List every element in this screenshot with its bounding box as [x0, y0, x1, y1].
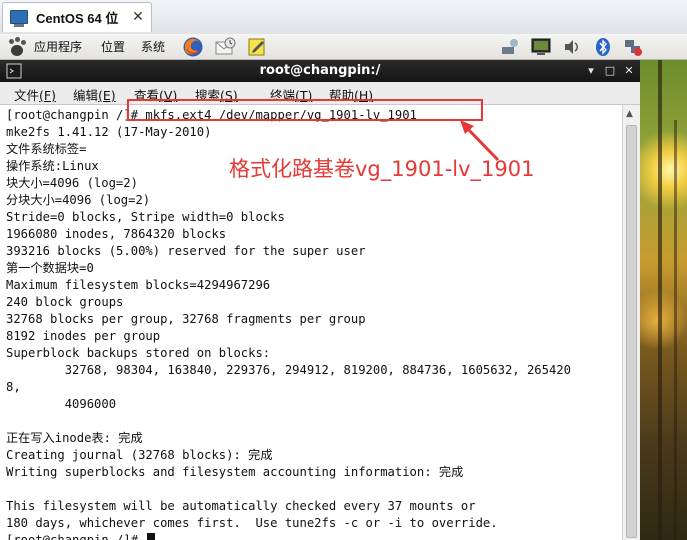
terminal-line: 第一个数据块=0 — [6, 260, 94, 277]
terminal-line: Creating journal (32768 blocks): 完成 — [6, 447, 273, 464]
terminal-line: This filesystem will be automatically ch… — [6, 498, 476, 515]
bluetooth-icon[interactable] — [593, 37, 613, 57]
terminal-line: Superblock backups stored on blocks: — [6, 345, 270, 362]
terminal-line-text: Creating journal (32768 blocks): 完成 — [6, 448, 273, 462]
terminal-titlebar[interactable]: root@changpin:/ ▾ □ ✕ — [0, 60, 640, 82]
terminal-line-text: 8, — [6, 380, 21, 394]
monitor-icon[interactable] — [531, 37, 551, 57]
terminal-line-text: 块大小=4096 (log=2) — [6, 176, 138, 190]
terminal-line-text: Superblock backups stored on blocks: — [6, 346, 271, 360]
terminal-line-text: [root@changpin /]# — [6, 533, 146, 540]
firefox-icon[interactable] — [182, 36, 204, 58]
terminal-line: 操作系统:Linux — [6, 158, 99, 175]
terminal-line: Maximum filesystem blocks=4294967296 — [6, 277, 270, 294]
terminal-line-text: This filesystem will be automatically ch… — [6, 499, 476, 513]
minimize-button[interactable]: ▾ — [584, 64, 598, 78]
close-icon[interactable]: ✕ — [130, 9, 146, 25]
terminal-line: 块大小=4096 (log=2) — [6, 175, 138, 192]
menu-edit[interactable]: 编辑(E) — [73, 85, 116, 104]
vm-tab-bar: CentOS 64 位 ✕ — [0, 0, 687, 35]
terminal-line-text: 第一个数据块=0 — [6, 261, 94, 275]
network-status-icon[interactable] — [623, 37, 643, 57]
vm-monitor-icon — [10, 9, 28, 27]
terminal-line-text: 32768, 98304, 163840, 229376, 294912, 81… — [6, 363, 571, 377]
terminal-line: 393216 blocks (5.00%) reserved for the s… — [6, 243, 366, 260]
terminal-line: 4096000 — [6, 396, 116, 413]
notes-icon[interactable] — [246, 36, 268, 58]
terminal-line: 180 days, whichever comes first. Use tun… — [6, 515, 498, 532]
terminal-line-text: Maximum filesystem blocks=4294967296 — [6, 278, 271, 292]
vm-tab-centos[interactable]: CentOS 64 位 ✕ — [2, 2, 152, 32]
terminal-line: Writing superblocks and filesystem accou… — [6, 464, 463, 481]
terminal-line: 240 block groups — [6, 294, 123, 311]
annotation-label: 格式化路基卷vg_1901-lv_1901 — [229, 157, 535, 181]
terminal-line: 分块大小=4096 (log=2) — [6, 192, 150, 209]
menu-places[interactable]: 位置 — [101, 38, 125, 56]
terminal-line: Stride=0 blocks, Stripe width=0 blocks — [6, 209, 285, 226]
terminal-title: root@changpin:/ — [259, 63, 381, 78]
network-icon[interactable] — [500, 37, 520, 57]
terminal-line-text: 1966080 inodes, 7864320 blocks — [6, 227, 227, 241]
terminal-line: 32768, 98304, 163840, 229376, 294912, 81… — [6, 362, 571, 379]
terminal-line-text: 操作系统:Linux — [6, 159, 99, 173]
maximize-button[interactable]: □ — [603, 64, 617, 78]
menu-applications[interactable]: 应用程序 — [34, 38, 82, 56]
terminal-prompt-line: [root@changpin /]# — [6, 532, 156, 540]
terminal-line-text: 180 days, whichever comes first. Use tun… — [6, 516, 498, 530]
command-highlight-box — [127, 99, 483, 121]
scrollbar-thumb[interactable] — [626, 125, 637, 538]
terminal-line: 文件系统标签= — [6, 141, 86, 158]
menu-system[interactable]: 系统 — [141, 38, 165, 56]
terminal-line: 正在写入inode表: 完成 — [6, 430, 143, 447]
terminal-line-text: 文件系统标签= — [6, 142, 87, 156]
close-button[interactable]: ✕ — [622, 64, 636, 78]
terminal-line: 8, — [6, 379, 21, 396]
terminal-cursor — [147, 533, 156, 540]
terminal-line-text: 32768 blocks per group, 32768 fragments … — [6, 312, 366, 326]
terminal-line-text: 4096000 — [6, 397, 117, 411]
gnome-top-panel: 应用程序 位置 系统 — [0, 34, 687, 60]
terminal-line-text: 240 block groups — [6, 295, 124, 309]
volume-icon[interactable] — [562, 37, 582, 57]
terminal-line: 32768 blocks per group, 32768 fragments … — [6, 311, 366, 328]
terminal-line-text: mke2fs 1.41.12 (17-May-2010) — [6, 125, 212, 139]
terminal-line-text: Stride=0 blocks, Stripe width=0 blocks — [6, 210, 285, 224]
desktop-wallpaper — [640, 60, 687, 540]
mail-icon[interactable] — [214, 36, 236, 58]
menu-file[interactable]: 文件(F) — [14, 85, 56, 104]
terminal-line: mke2fs 1.41.12 (17-May-2010) — [6, 124, 211, 141]
terminal-line-text: 分块大小=4096 (log=2) — [6, 193, 151, 207]
terminal-window: root@changpin:/ ▾ □ ✕ 文件(F) 编辑(E) 查看(V) … — [0, 60, 640, 540]
terminal-scrollbar[interactable]: ▲ — [622, 105, 640, 540]
terminal-line-text: Writing superblocks and filesystem accou… — [6, 465, 464, 479]
terminal-line: 8192 inodes per group — [6, 328, 160, 345]
terminal-line-text: 8192 inodes per group — [6, 329, 161, 343]
terminal-line-text: 正在写入inode表: 完成 — [6, 431, 143, 445]
gnome-foot-icon[interactable] — [8, 37, 28, 57]
vm-tab-title: CentOS 64 位 — [36, 11, 119, 26]
scroll-up-arrow-icon[interactable]: ▲ — [626, 109, 633, 119]
terminal-line-text: 393216 blocks (5.00%) reserved for the s… — [6, 244, 366, 258]
terminal-line: 1966080 inodes, 7864320 blocks — [6, 226, 226, 243]
